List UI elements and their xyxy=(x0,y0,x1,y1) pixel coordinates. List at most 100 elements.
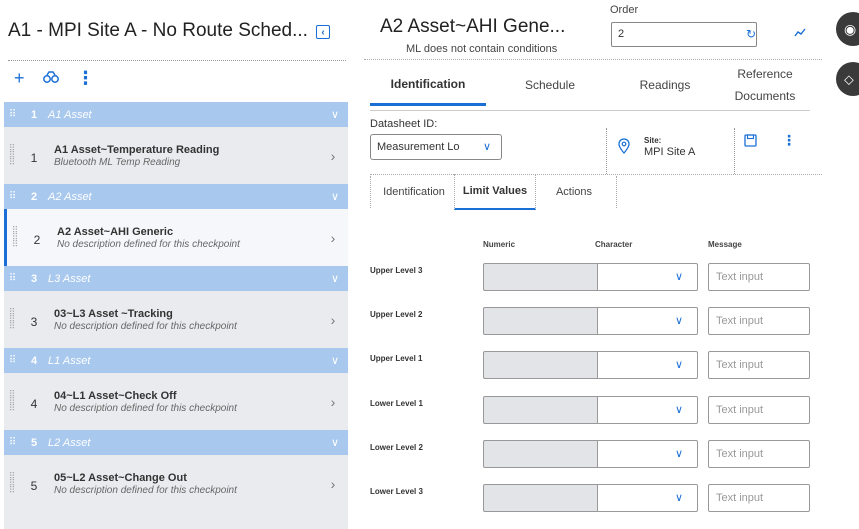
numeric-input[interactable] xyxy=(483,484,597,512)
group-name: L2 Asset xyxy=(48,436,91,449)
tab-reference-documents[interactable]: Reference Documents xyxy=(720,64,810,106)
more-vertical-icon[interactable]: ⋮ xyxy=(782,132,796,149)
checkpoint-description: No description defined for this checkpoi… xyxy=(57,238,240,250)
divider xyxy=(606,128,607,174)
save-icon[interactable] xyxy=(744,134,757,150)
chevron-left-icon[interactable]: ‹ xyxy=(316,25,330,39)
drag-handle-icon[interactable]: ⠿ ⠿ ⠿ xyxy=(4,144,20,167)
tag-icon[interactable]: ⬦ xyxy=(836,62,859,96)
divider xyxy=(370,110,810,111)
message-input[interactable]: Text input xyxy=(708,263,810,291)
group-name: L1 Asset xyxy=(48,354,91,367)
chevron-down-icon[interactable]: ∨ xyxy=(322,354,348,367)
drag-handle-icon[interactable]: ⠿ xyxy=(4,355,20,366)
checkpoint-item[interactable]: ⠿ ⠿ ⠿ 4 04~L1 Asset~Check Off No description … xyxy=(4,373,348,430)
checkpoint-item[interactable]: ⠿ ⠿ ⠿ 1 A1 Asset~Temperature Reading Bluetoot… xyxy=(4,127,348,184)
group-number: 4 xyxy=(30,354,38,367)
character-select[interactable]: ∨ xyxy=(597,396,698,424)
character-select[interactable]: ∨ xyxy=(597,263,698,291)
route-panel: A1 - MPI Site A - No Route Sched... ‹ + … xyxy=(0,0,348,529)
drag-handle-icon[interactable]: ⠿ xyxy=(4,109,20,120)
checkpoint-item[interactable]: ⠿ ⠿ ⠿ 5 05~L2 Asset~Change Out No description… xyxy=(4,455,348,512)
chevron-right-icon[interactable]: › xyxy=(318,230,348,246)
character-select[interactable]: ∨ xyxy=(597,484,698,512)
group-header[interactable]: ⠿ 5 L2 Asset ∨ xyxy=(4,430,348,455)
datasheet-select[interactable]: Measurement Lo ∨ xyxy=(370,134,502,160)
more-vertical-icon[interactable]: ⋮ xyxy=(77,68,95,88)
route-toolbar: + ⋮ xyxy=(14,68,113,88)
chevron-down-icon: ∨ xyxy=(674,448,683,460)
add-icon[interactable]: + xyxy=(14,68,25,88)
limit-row-label: Lower Level 3 xyxy=(370,487,423,496)
chevron-down-icon[interactable]: ∨ xyxy=(322,190,348,203)
drag-handle-icon[interactable]: ⠿ ⠿ ⠿ xyxy=(4,472,20,495)
numeric-input[interactable] xyxy=(483,396,597,424)
character-select[interactable]: ∨ xyxy=(597,440,698,468)
message-input[interactable]: Text input xyxy=(708,440,810,468)
group-number: 2 xyxy=(30,190,38,203)
group-number: 5 xyxy=(30,436,38,449)
checkpoint-text: A2 Asset~AHI Generic No description defin… xyxy=(51,226,318,250)
chevron-down-icon: ∨ xyxy=(674,404,683,416)
checkpoint-title: 04~L1 Asset~Check Off xyxy=(54,389,177,402)
message-input[interactable]: Text input xyxy=(708,307,810,335)
group-number: 3 xyxy=(30,272,38,285)
eye-icon[interactable]: ◉ xyxy=(836,12,859,46)
app-root: A1 - MPI Site A - No Route Sched... ‹ + … xyxy=(0,0,859,529)
chevron-right-icon[interactable]: › xyxy=(318,476,348,492)
group-header[interactable]: ⠿ 2 A2 Asset ∨ xyxy=(4,184,348,209)
limit-row-label: Lower Level 1 xyxy=(370,399,423,408)
column-header-message: Message xyxy=(708,240,742,249)
refresh-icon[interactable]: ↻ xyxy=(746,27,756,41)
chevron-right-icon[interactable]: › xyxy=(318,394,348,410)
binoculars-icon[interactable] xyxy=(42,68,59,88)
tab-identification[interactable]: Identification xyxy=(370,64,486,106)
chevron-right-icon[interactable]: › xyxy=(318,312,348,328)
drag-handle-icon[interactable]: ⠿ ⠿ ⠿ xyxy=(7,226,23,249)
divider xyxy=(616,176,617,208)
group-header[interactable]: ⠿ 1 A1 Asset ∨ xyxy=(4,102,348,127)
checkpoint-title: 05~L2 Asset~Change Out xyxy=(54,471,187,484)
numeric-input[interactable] xyxy=(483,351,597,379)
main-tabs: Identification Schedule Readings Referen… xyxy=(370,64,810,111)
column-header-character: Character xyxy=(595,240,633,249)
drag-handle-icon[interactable]: ⠿ xyxy=(4,437,20,448)
tab-label-documents: Documents xyxy=(734,89,796,103)
drag-handle-icon[interactable]: ⠿ ⠿ ⠿ xyxy=(4,390,20,413)
chevron-right-icon[interactable]: › xyxy=(318,148,348,164)
subtab-limit-values[interactable]: Limit Values xyxy=(454,174,536,210)
numeric-input[interactable] xyxy=(483,263,597,291)
checkpoint-item[interactable]: ⠿ ⠿ ⠿ 3 03~L3 Asset ~Tracking No description … xyxy=(4,291,348,348)
checkpoint-title: A1 Asset~Temperature Reading xyxy=(54,143,220,156)
chevron-down-icon[interactable]: ∨ xyxy=(322,272,348,285)
checkpoint-number: 5 xyxy=(30,478,38,493)
checkpoint-description: No description defined for this checkpoi… xyxy=(54,484,237,496)
chevron-down-icon[interactable]: ∨ xyxy=(322,108,348,121)
message-input[interactable]: Text input xyxy=(708,484,810,512)
chevron-down-icon: ∨ xyxy=(674,359,683,371)
checkpoint-item[interactable]: ⠿ ⠿ ⠿ 2 A2 Asset~AHI Generic No description d… xyxy=(4,209,348,266)
checkpoint-title: A2 Asset~AHI Gene... xyxy=(380,16,566,37)
character-select[interactable]: ∨ xyxy=(597,307,698,335)
checkpoint-text: 05~L2 Asset~Change Out No description def… xyxy=(48,472,318,496)
numeric-input[interactable] xyxy=(483,307,597,335)
checkpoint-description: Bluetooth ML Temp Reading xyxy=(54,156,181,168)
numeric-input[interactable] xyxy=(483,440,597,468)
tab-schedule[interactable]: Schedule xyxy=(500,64,600,106)
trend-icon[interactable] xyxy=(794,27,806,41)
datasheet-label: Datasheet ID: xyxy=(370,118,438,130)
character-select[interactable]: ∨ xyxy=(597,351,698,379)
group-header[interactable]: ⠿ 3 L3 Asset ∨ xyxy=(4,266,348,291)
message-input[interactable]: Text input xyxy=(708,396,810,424)
group-header[interactable]: ⠿ 4 L1 Asset ∨ xyxy=(4,348,348,373)
group-name: L3 Asset xyxy=(48,272,91,285)
subtab-actions[interactable]: Actions xyxy=(538,174,610,210)
order-input[interactable]: 2 xyxy=(611,22,757,47)
drag-handle-icon[interactable]: ⠿ xyxy=(4,273,20,284)
message-input[interactable]: Text input xyxy=(708,351,810,379)
chevron-down-icon[interactable]: ∨ xyxy=(322,436,348,449)
tab-readings[interactable]: Readings xyxy=(615,64,715,106)
drag-handle-icon[interactable]: ⠿ xyxy=(4,191,20,202)
subtab-identification[interactable]: Identification xyxy=(374,174,454,210)
drag-handle-icon[interactable]: ⠿ ⠿ ⠿ xyxy=(4,308,20,331)
